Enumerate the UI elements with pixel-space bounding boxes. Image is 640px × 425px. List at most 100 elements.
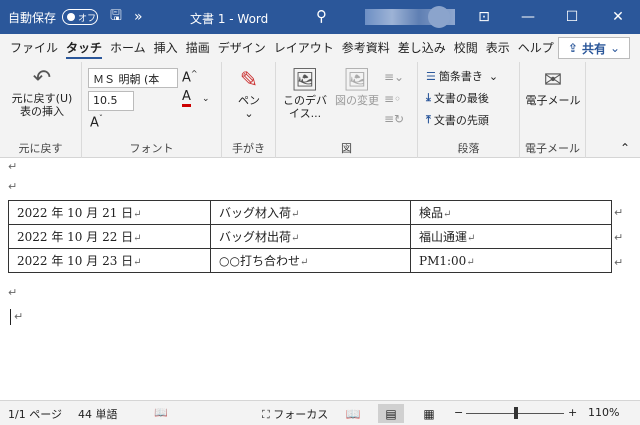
title-bar: 自動保存 オフ 🖫 » 文書 1 - Word ⚲ ⊡ — ☐ ✕ bbox=[0, 0, 640, 34]
cell-mark: ↵ bbox=[467, 233, 476, 244]
page-count[interactable]: 1/1 ページ bbox=[8, 406, 62, 422]
web-layout-icon[interactable]: ▦ bbox=[416, 404, 442, 423]
this-device-button[interactable]: 🖼 このデバ イス... bbox=[280, 68, 330, 120]
ribbon: ↶ 元に戻す(U) 表の挿入 元に戻す ＭＳ 明朝 (本 A^ 10.5 A ⌄… bbox=[0, 62, 640, 158]
undo-group: ↶ 元に戻す(U) 表の挿入 元に戻す bbox=[0, 62, 82, 158]
cell-mark: ↵ bbox=[133, 233, 142, 244]
focus-button[interactable]: ⛶ フォーカス bbox=[262, 406, 328, 422]
row-end-mark: ↵ bbox=[614, 256, 624, 269]
wrap-text-icon[interactable]: ≡⌄ bbox=[384, 70, 404, 84]
tab-layout[interactable]: レイアウト bbox=[270, 34, 338, 62]
print-layout-icon[interactable]: ▤ bbox=[378, 404, 404, 423]
more-commands-icon[interactable]: » bbox=[134, 9, 143, 25]
grow-font-icon[interactable]: A^ bbox=[182, 69, 198, 85]
undo-button[interactable]: ↶ 元に戻す(U) 表の挿入 bbox=[6, 66, 78, 118]
cell-text: 福山通運 bbox=[419, 230, 468, 244]
cell-text: 2022 年 10 月 22 日 bbox=[17, 230, 134, 244]
maximize-icon[interactable]: ☐ bbox=[550, 0, 594, 34]
font-group: ＭＳ 明朝 (本 A^ 10.5 A ⌄ Aˇ フォント bbox=[82, 62, 222, 158]
pen-group-label: 手がき bbox=[232, 142, 265, 155]
table-cell[interactable]: ○○打ち合わせ↵ bbox=[210, 248, 411, 273]
avatar[interactable] bbox=[428, 6, 450, 28]
autosave-toggle[interactable]: オフ bbox=[62, 9, 99, 25]
pen-group: ✎ ペン ⌄ 手がき bbox=[222, 62, 276, 158]
device-label-1: このデバ bbox=[283, 94, 327, 107]
close-icon[interactable]: ✕ bbox=[596, 0, 640, 34]
text-cursor bbox=[10, 309, 11, 325]
zoom-out-icon[interactable]: − bbox=[454, 406, 463, 419]
ribbon-display-options-icon[interactable]: ⊡ bbox=[462, 0, 506, 34]
autosave-control[interactable]: 自動保存 オフ bbox=[8, 9, 99, 26]
status-bar: 1/1 ページ 44 単語 📖 ⛶ フォーカス 📖 ▤ ▦ − + 110% bbox=[0, 400, 640, 425]
paragraph-mark: ↵ bbox=[14, 310, 24, 323]
autosave-label: 自動保存 bbox=[8, 10, 57, 25]
tab-help[interactable]: ヘルプ bbox=[514, 34, 558, 62]
font-size-select[interactable]: 10.5 bbox=[88, 91, 134, 111]
email-button[interactable]: ✉ 電子メール bbox=[524, 68, 582, 107]
tab-review[interactable]: 校閲 bbox=[450, 34, 482, 62]
tab-insert[interactable]: 挿入 bbox=[150, 34, 182, 62]
word-count[interactable]: 44 単語 bbox=[78, 406, 118, 422]
document-area[interactable]: ↵ ↵ 2022 年 10 月 21 日↵ バッグ材入荷↵ 検品↵ 2022 年… bbox=[0, 158, 640, 400]
tab-touch[interactable]: タッチ bbox=[62, 34, 106, 62]
rotate-icon[interactable]: ≡↻ bbox=[384, 112, 404, 126]
chevron-down-icon: ⌄ bbox=[244, 107, 254, 120]
paragraph-mark: ↵ bbox=[8, 286, 18, 299]
zoom-slider-thumb[interactable] bbox=[514, 407, 518, 419]
tab-references[interactable]: 参考資料 bbox=[338, 34, 394, 62]
picture-group-label: 図 bbox=[341, 142, 352, 155]
bullets-label: 箇条書き bbox=[438, 70, 483, 83]
table-cell[interactable]: 福山通運↵ bbox=[410, 224, 612, 249]
proofing-icon[interactable]: 📖 bbox=[154, 406, 168, 419]
table-cell[interactable]: バッグ材出荷↵ bbox=[210, 224, 411, 249]
table-cell[interactable]: 2022 年 10 月 22 日↵ bbox=[8, 224, 211, 249]
document-table[interactable]: 2022 年 10 月 21 日↵ バッグ材入荷↵ 検品↵ 2022 年 10 … bbox=[8, 200, 612, 273]
table-cell[interactable]: 2022 年 10 月 23 日↵ bbox=[8, 248, 211, 273]
share-button[interactable]: ⇪ 共有 ⌄ bbox=[558, 37, 630, 59]
tab-draw[interactable]: 描画 bbox=[182, 34, 214, 62]
cell-mark: ↵ bbox=[443, 209, 452, 220]
paragraph-group-label: 段落 bbox=[457, 142, 480, 155]
tab-view[interactable]: 表示 bbox=[482, 34, 514, 62]
chevron-down-icon[interactable]: ⌄ bbox=[202, 94, 210, 104]
table-cell[interactable]: バッグ材入荷↵ bbox=[210, 200, 411, 225]
table-row: 2022 年 10 月 23 日↵ ○○打ち合わせ↵ PM1:00↵ bbox=[8, 248, 612, 273]
search-icon[interactable]: ⚲ bbox=[316, 7, 327, 25]
font-group-label: フォント bbox=[129, 142, 174, 155]
minimize-icon[interactable]: — bbox=[506, 0, 550, 34]
font-color-icon[interactable]: A bbox=[182, 90, 191, 107]
font-name-select[interactable]: ＭＳ 明朝 (本 bbox=[88, 68, 178, 88]
paragraph-mark: ↵ bbox=[8, 160, 18, 173]
table-cell[interactable]: 2022 年 10 月 21 日↵ bbox=[8, 200, 211, 225]
zoom-in-icon[interactable]: + bbox=[568, 406, 577, 419]
tab-design[interactable]: デザイン bbox=[214, 34, 270, 62]
share-icon: ⇪ bbox=[567, 41, 578, 55]
cell-mark: ↵ bbox=[291, 233, 300, 244]
undo-label-2: 表の挿入 bbox=[20, 105, 64, 118]
zoom-level[interactable]: 110% bbox=[588, 406, 619, 419]
cell-text: ○○打ち合わせ bbox=[219, 254, 300, 268]
collapse-ribbon-icon[interactable]: ⌃ bbox=[620, 141, 630, 155]
tab-file[interactable]: ファイル bbox=[6, 34, 62, 62]
read-mode-icon[interactable]: 📖 bbox=[340, 404, 366, 423]
bullets-button[interactable]: ☰ 箇条書き ⌄ bbox=[426, 68, 498, 84]
save-icon[interactable]: 🖫 bbox=[110, 5, 122, 29]
tab-home[interactable]: ホーム bbox=[106, 34, 150, 62]
bullets-icon: ☰ bbox=[426, 69, 436, 83]
cell-text: 2022 年 10 月 23 日 bbox=[17, 254, 134, 268]
row-end-mark: ↵ bbox=[614, 231, 624, 244]
table-cell[interactable]: PM1:00↵ bbox=[410, 248, 612, 273]
table-cell[interactable]: 検品↵ bbox=[410, 200, 612, 225]
go-to-end-button[interactable]: ⤓ 文書の最後 bbox=[426, 90, 489, 106]
chevron-down-icon: ⌄ bbox=[488, 69, 499, 83]
picture-group: 🖼 このデバ イス... 🖼 図の変更 ≡⌄ ≡◦ ≡↻ 図 bbox=[276, 62, 418, 158]
change-picture-button[interactable]: 🖼 図の変更 bbox=[332, 68, 382, 107]
document-start-icon: ⤒ bbox=[426, 113, 431, 126]
pen-button[interactable]: ✎ ペン ⌄ bbox=[228, 68, 270, 120]
tab-mailings[interactable]: 差し込み bbox=[394, 34, 450, 62]
align-icon[interactable]: ≡◦ bbox=[384, 92, 401, 106]
email-icon: ✉ bbox=[543, 68, 563, 93]
shrink-font-icon[interactable]: Aˇ bbox=[90, 114, 103, 130]
cell-text: 2022 年 10 月 21 日 bbox=[17, 206, 134, 220]
go-to-start-button[interactable]: ⤒ 文書の先頭 bbox=[426, 112, 489, 128]
